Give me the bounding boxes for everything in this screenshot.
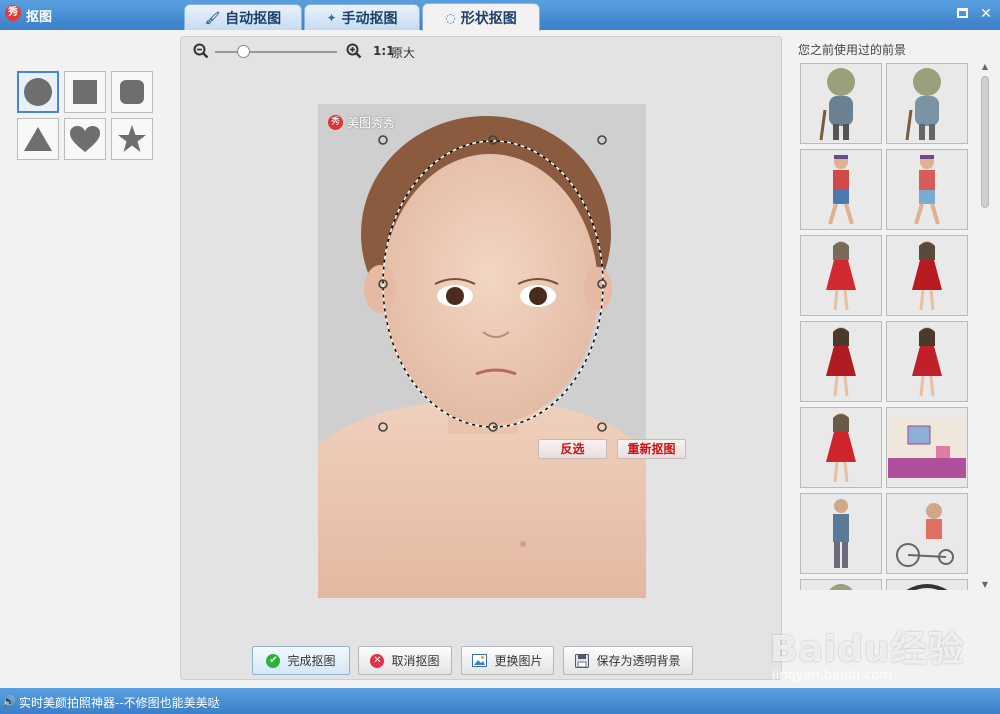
recut-button[interactable]: 重新抠图 [617,439,686,459]
figure-thumb [905,583,949,590]
cancel-cutout-button[interactable]: ✕ 取消抠图 [358,646,452,675]
walking-boy-thumb [828,154,854,225]
background-thumbnail[interactable] [886,493,968,574]
girl-red-dress-thumb [826,412,856,482]
invert-selection-button[interactable]: 反选 [538,439,607,459]
scroll-down-icon[interactable]: ▼ [980,580,990,590]
triangle-icon [24,127,52,151]
image-icon [472,654,488,667]
background-thumbnail[interactable] [800,63,882,144]
shape-circle-button[interactable] [17,71,59,113]
save-transparent-label: 保存为透明背景 [596,654,681,668]
background-thumbnail[interactable] [886,579,968,590]
background-thumbnail[interactable] [800,407,882,488]
tab-label: 自动抠图 [225,10,282,27]
app-logo-icon: 秀 [5,5,21,21]
background-thumbnail[interactable] [800,235,882,316]
baidu-jingyan-watermark: Baidu经验 [770,629,965,670]
cancel-label: 取消抠图 [391,654,440,668]
finish-label: 完成抠图 [287,654,336,668]
maximize-icon [956,8,968,18]
background-thumbnail[interactable] [886,235,968,316]
circle-icon [24,78,52,106]
baidu-jingyan-url: jingyan.baidu.com [772,668,892,683]
star-icon [118,125,146,152]
scroll-up-icon[interactable]: ▲ [980,62,990,72]
heart-icon [70,126,100,152]
standing-boy-thumb [833,498,849,568]
change-image-label: 更换图片 [494,654,543,668]
watermark: 秀 美图秀秀 [328,114,395,131]
shape-star-button[interactable] [111,118,153,160]
maximize-button[interactable] [954,6,970,22]
background-thumbnail[interactable] [800,149,882,230]
meitu-logo-icon: 秀 [328,115,343,130]
girl-red-dress-thumb [826,326,856,396]
zoom-slider-thumb[interactable] [236,45,250,58]
zoom-in-icon[interactable] [346,43,362,59]
tab-manual-cutout[interactable]: ✦ 手动抠图 [304,4,420,30]
shape-square-button[interactable] [64,71,106,113]
watermark-text: 美图秀秀 [347,116,396,130]
photo-canvas[interactable]: 秀 美图秀秀 [318,104,646,598]
backgrounds-title: 您之前使用过的前景 [798,43,907,57]
old-man-figure-thumb [819,67,855,140]
zoom-ratio-label[interactable]: 原大 [391,44,415,61]
old-man-figure-thumb [905,67,941,140]
speaker-icon: 🔊 [2,695,16,708]
window-title: 抠图 [26,10,53,25]
shape-heart-button[interactable] [64,118,106,160]
save-transparent-button[interactable]: 保存为透明背景 [563,646,693,675]
background-thumbnail[interactable] [886,321,968,402]
girl-red-dress-thumb [912,326,942,396]
background-thumbnail[interactable] [886,149,968,230]
zoom-out-icon[interactable] [193,43,209,59]
background-thumbnail[interactable] [800,579,882,590]
tab-label: 形状抠图 [460,10,517,27]
scrollbar-thumb[interactable] [981,76,989,208]
background-thumbnail[interactable] [800,321,882,402]
square-icon [73,80,97,104]
baby-photo [318,104,646,598]
finish-cutout-button[interactable]: ✔ 完成抠图 [252,646,350,675]
walking-boy-thumb [914,154,940,225]
background-thumbnail-list[interactable] [796,60,976,590]
background-thumbnail[interactable] [886,63,968,144]
girl-red-dress-thumb [826,240,856,310]
status-bar: 🔊 实时美颜拍照神器--不修图也能美美哒 [0,688,1000,714]
lasso-icon: ◌ [445,10,456,25]
tab-auto-cutout[interactable]: 🖌 自动抠图 [184,4,302,30]
rounded-square-icon [120,80,144,104]
zoom-slider-track[interactable] [215,51,337,53]
status-text[interactable]: 实时美颜拍照神器--不修图也能美美哒 [19,694,220,711]
background-thumbnail[interactable] [800,493,882,574]
wand-icon: ✦ [326,10,337,25]
change-image-button[interactable]: 更换图片 [461,646,554,675]
old-man-figure-thumb [829,583,853,590]
backgrounds-scrollbar[interactable]: ▲ ▼ [980,62,990,590]
tricycle-kid-thumb [896,502,954,567]
tab-label: 手动抠图 [341,10,398,27]
room-drawing-thumb [888,417,966,478]
girl-red-dress-thumb [912,240,942,310]
close-button[interactable]: ✕ [978,6,994,22]
cancel-icon: ✕ [370,653,385,668]
shape-triangle-button[interactable] [17,118,59,160]
check-icon: ✔ [266,653,281,668]
shape-rounded-square-button[interactable] [111,71,153,113]
save-disk-icon [575,653,590,668]
tab-shape-cutout[interactable]: ◌ 形状抠图 [422,3,540,31]
background-thumbnail[interactable] [886,407,968,488]
brush-icon: 🖌 [204,10,221,25]
